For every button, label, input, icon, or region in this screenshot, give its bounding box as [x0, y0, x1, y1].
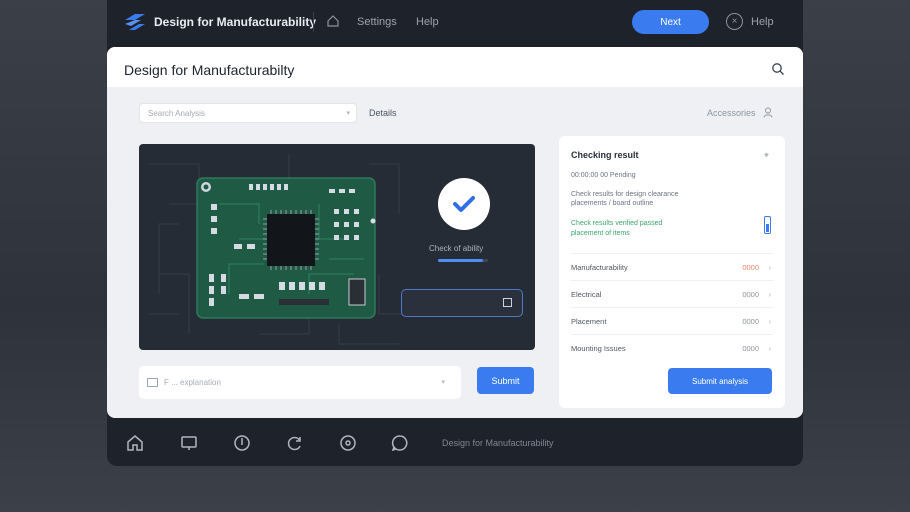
comment-placeholder: F ... explanation [164, 378, 221, 387]
chevron-right-icon: › [768, 289, 771, 299]
list-item[interactable]: Placement 0000 › [571, 307, 773, 334]
nav-help-secondary[interactable]: Help [751, 16, 774, 28]
nav-help[interactable]: Help [416, 16, 439, 28]
row-value: 0000 [742, 289, 759, 299]
row-label: Mounting Issues [571, 343, 626, 353]
chevron-down-icon[interactable]: ▾ [441, 378, 445, 386]
chevron-right-icon: › [768, 316, 771, 326]
home-icon[interactable] [125, 433, 145, 453]
app-title: Design for Manufacturability [154, 15, 317, 29]
submit-button[interactable]: Submit [477, 367, 534, 394]
expand-icon[interactable] [503, 298, 512, 307]
close-icon[interactable]: × [726, 13, 743, 30]
results-card: Checking result ⌖ 00:00:00 00 Pending Ch… [559, 136, 785, 408]
list-item[interactable]: Electrical 0000 › [571, 280, 773, 307]
user-icon[interactable] [763, 107, 773, 118]
sync-icon[interactable] [285, 433, 305, 453]
pin-icon[interactable]: ⌖ [764, 150, 769, 161]
chevron-right-icon: › [768, 343, 771, 353]
divider [313, 12, 314, 32]
list-item[interactable]: Mounting Issues 0000 › [571, 334, 773, 361]
pcb-viewer[interactable]: Check of ability [139, 144, 535, 350]
page-title: Design for Manufacturabilty [124, 62, 295, 78]
row-label: Placement [571, 316, 607, 326]
settings-icon[interactable] [338, 433, 358, 453]
image-icon [147, 378, 158, 387]
nav-settings[interactable]: Settings [357, 16, 397, 28]
app-window: Design for Manufacturability Settings He… [107, 0, 803, 466]
row-label: Electrical [571, 289, 602, 299]
breadcrumb[interactable]: Details [369, 108, 397, 118]
card-line: Check results for design clearance [571, 191, 679, 198]
row-value: 0000 [742, 316, 759, 326]
card-line: placement of items [571, 230, 630, 237]
accessories-link[interactable]: Accessories [707, 108, 756, 118]
next-button[interactable]: Next [632, 10, 709, 34]
list-item[interactable]: Manufacturability 0000 › [571, 253, 773, 280]
card-line: placements / board outline [571, 200, 654, 207]
chevron-down-icon: ▾ [346, 110, 350, 117]
comment-input[interactable]: F ... explanation ▾ [139, 366, 461, 399]
card-line: Check results verified passed [571, 220, 663, 227]
row-value: 0000 [742, 343, 759, 353]
battery-icon [764, 216, 771, 234]
viewer-status: Check of ability [429, 244, 484, 253]
app-logo-icon [125, 14, 145, 30]
search-input[interactable]: Search Analysis ▾ [139, 103, 357, 123]
bottom-label: Design for Manufacturability [442, 438, 554, 448]
chevron-right-icon: › [768, 262, 771, 272]
row-label: Manufacturability [571, 262, 628, 272]
viewer-input-box[interactable] [401, 289, 523, 317]
home-icon[interactable] [326, 14, 340, 28]
card-title: Checking result [571, 150, 639, 160]
search-placeholder: Search Analysis [148, 108, 205, 118]
monitor-icon[interactable] [179, 433, 199, 453]
bottom-toolbar: Design for Manufacturability [107, 418, 803, 466]
progress-bar [438, 259, 488, 262]
card-line: 00:00:00 00 Pending [571, 172, 636, 179]
row-value: 0000 [742, 262, 759, 272]
success-check-icon [438, 178, 490, 230]
chat-icon[interactable] [390, 433, 410, 453]
shield-icon[interactable] [232, 433, 252, 453]
submit-analysis-button[interactable]: Submit analysis [668, 368, 772, 394]
top-bar: Design for Manufacturability Settings He… [107, 0, 803, 46]
panel-header: Design for Manufacturabilty [107, 47, 803, 87]
search-icon[interactable] [771, 62, 785, 76]
main-panel: Design for Manufacturabilty Search Analy… [107, 47, 803, 418]
progress-fill [438, 259, 483, 262]
